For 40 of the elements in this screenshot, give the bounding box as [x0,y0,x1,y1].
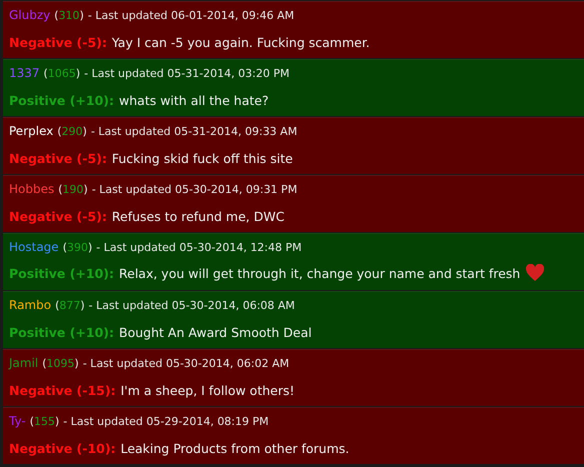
rating-label: Positive (+10): [9,93,114,108]
reputation-score: (155) [30,415,60,428]
comment-text: I'm a sheep, I follow others! [120,383,295,398]
rating-label: Negative (-10): [9,441,116,456]
comment-text: Leaking Products from other forums. [120,441,350,456]
comment-text: Refuses to refund me, DWC [112,209,284,224]
comment-text: Bought An Award Smooth Deal [119,325,312,340]
username[interactable]: Hostage [9,240,59,254]
rating-label: Positive (+10): [9,266,114,280]
username[interactable]: Hobbes [9,182,54,196]
last-updated: - Last updated 05-30-2014, 06:08 AM [88,299,295,312]
reputation-score: (390) [62,241,92,254]
username[interactable]: Perplex [9,124,54,138]
reputation-score: (290) [57,125,87,138]
reputation-score: (1065) [44,67,80,80]
reputation-score: (877) [55,299,85,312]
comment-text: Yay I can -5 you again. Fucking scammer. [112,35,370,50]
username[interactable]: Jamil [9,356,38,370]
last-updated: - Last updated 05-31-2014, 03:20 PM [84,67,290,80]
comment-text: whats with all the hate? [119,93,269,108]
rating-label: Negative (-15): [9,383,116,398]
reputation-score: (1095) [42,357,79,370]
username[interactable]: Rambo [9,298,52,312]
reputation-score: (310) [54,9,84,22]
rating-label: Positive (+10): [9,325,114,340]
rating-label: Negative (-5): [9,35,107,50]
rating-label: Negative (-5): [9,209,107,224]
username[interactable]: Ty- [9,414,26,428]
last-updated: - Last updated 05-30-2014, 06:02 AM [82,357,290,370]
reputation-score: (190) [58,183,88,196]
comment-text: Fucking skid fuck off this site [112,151,293,166]
last-updated: - Last updated 05-29-2014, 08:19 PM [63,415,269,428]
last-updated: - Last updated 05-30-2014, 09:31 PM [92,183,298,196]
last-updated: - Last updated 05-30-2014, 12:48 PM [96,241,302,254]
last-updated: - Last updated 06-01-2014, 09:46 AM [88,9,294,22]
comment-text: Relax, you will get through it, change your name and start fresh [119,266,520,280]
rating-label: Negative (-5): [9,151,107,166]
username[interactable]: 1337 [9,66,40,80]
username[interactable]: Glubzy [9,8,50,22]
last-updated: - Last updated 05-31-2014, 09:33 AM [90,125,298,138]
